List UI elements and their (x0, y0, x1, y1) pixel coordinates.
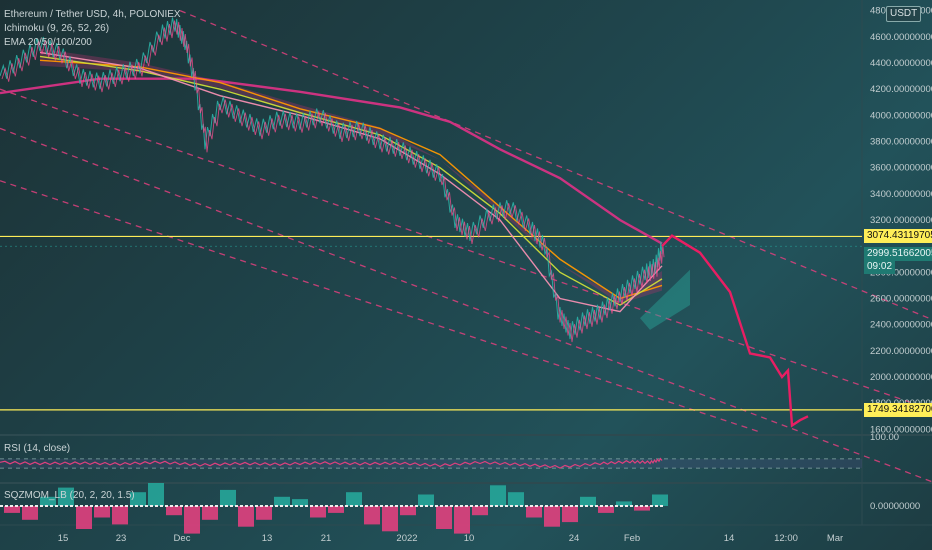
sqzmom-bar (580, 496, 596, 506)
time-tick-label: Mar (827, 533, 843, 544)
time-tick-label: 23 (116, 533, 127, 544)
sqzmom-bar (652, 494, 668, 506)
level-tag-upper: 3074.43119705 (864, 229, 932, 244)
time-tick-label: 12:00 (774, 533, 798, 544)
channel-line (0, 88, 932, 411)
price-tick-label: 2400.00000000 (870, 320, 932, 331)
ema-line (0, 77, 663, 245)
time-tick-label: Feb (624, 533, 640, 544)
sqzmom-bar (112, 506, 128, 525)
price-tick-label: 2000.00000000 (870, 372, 932, 383)
sqzmom-bar (76, 506, 92, 529)
sqzmom-bar (382, 506, 398, 532)
sqzmom-bar (508, 492, 524, 506)
ema-line (39, 59, 663, 300)
price-tick-label: 2200.00000000 (870, 346, 932, 357)
sqzmom-bar (166, 506, 182, 516)
rsi-tick-label: 100.00 (870, 432, 899, 443)
sqzmom-bar (22, 506, 38, 520)
sqzmom-bar (400, 506, 416, 516)
sqzmom-bar (490, 485, 506, 506)
price-tick-label: 3200.00000000 (870, 215, 932, 226)
ema-line (39, 55, 663, 306)
level-tag-lower: 1749.34182700 (864, 402, 932, 417)
sqzmom-bar (4, 506, 20, 513)
sqzmom-bar (256, 506, 272, 520)
time-tick-label: Dec (174, 533, 191, 544)
sqzmom-bar (544, 506, 560, 527)
price-tick-label: 2600.00000000 (870, 294, 932, 305)
sqzmom-bar (454, 506, 470, 534)
price-tick-label: 4600.00000000 (870, 32, 932, 43)
sqzmom-bar (310, 506, 326, 518)
sqzmom-bar (274, 496, 290, 506)
time-tick-label: 21 (321, 533, 332, 544)
sqzmom-bar (616, 501, 632, 506)
price-tick-label: 4200.00000000 (870, 84, 932, 95)
sqzmom-tick-label: 0.00000000 (870, 501, 920, 512)
channel-line (0, 180, 761, 433)
sqzmom-bar (148, 483, 164, 506)
sqzmom-bar (238, 506, 254, 527)
sqzmom-bar (202, 506, 218, 520)
sqzmom-bar (94, 506, 110, 518)
sqzmom-bar (598, 506, 614, 513)
time-tick-label: 13 (262, 533, 273, 544)
forecast-path (661, 234, 809, 428)
time-tick-label: 14 (724, 533, 735, 544)
sqzmom-bar (472, 506, 488, 516)
channel-line (179, 10, 932, 321)
sqzmom-bar (220, 489, 236, 506)
price-tick-label: 3600.00000000 (870, 163, 932, 174)
price-tick-label: 4400.00000000 (870, 58, 932, 69)
sqzmom-bar (562, 506, 578, 523)
time-tick-label: 15 (58, 533, 69, 544)
sqzmom-bar (526, 506, 542, 518)
time-tick-label: 10 (464, 533, 475, 544)
sqzmom-bar (328, 506, 344, 513)
ichimoku-legend[interactable]: Ichimoku (9, 26, 52, 26) (4, 23, 109, 34)
price-tick-label: 3800.00000000 (870, 136, 932, 147)
currency-badge[interactable]: USDT (886, 6, 922, 22)
sqzmom-bar (364, 506, 380, 525)
sqzmom-legend[interactable]: SQZMOM_LB (20, 2, 20, 1.5) (4, 490, 135, 501)
sqzmom-bar (436, 506, 452, 529)
sqzmom-bar (184, 506, 200, 534)
last-price-countdown: 09:02 (864, 260, 896, 275)
time-tick-label: 24 (569, 533, 580, 544)
chart-title: Ethereum / Tether USD, 4h, POLONIEX (4, 9, 181, 20)
sqzmom-bar (292, 499, 308, 506)
ema-legend[interactable]: EMA 20/50/100/200 (4, 37, 92, 48)
last-price-tag: 2999.51662005 (864, 247, 932, 262)
rsi-legend[interactable]: RSI (14, close) (4, 443, 70, 454)
chart-svg[interactable]: 4800.000000004600.000000004400.000000004… (0, 0, 932, 550)
ema-line (39, 51, 663, 313)
time-tick-label: 2022 (396, 533, 417, 544)
sqzmom-bar (346, 492, 362, 506)
price-tick-label: 4000.00000000 (870, 110, 932, 121)
rsi-band (0, 458, 862, 469)
sqzmom-bar (418, 494, 434, 506)
price-tick-label: 3400.00000000 (870, 189, 932, 200)
